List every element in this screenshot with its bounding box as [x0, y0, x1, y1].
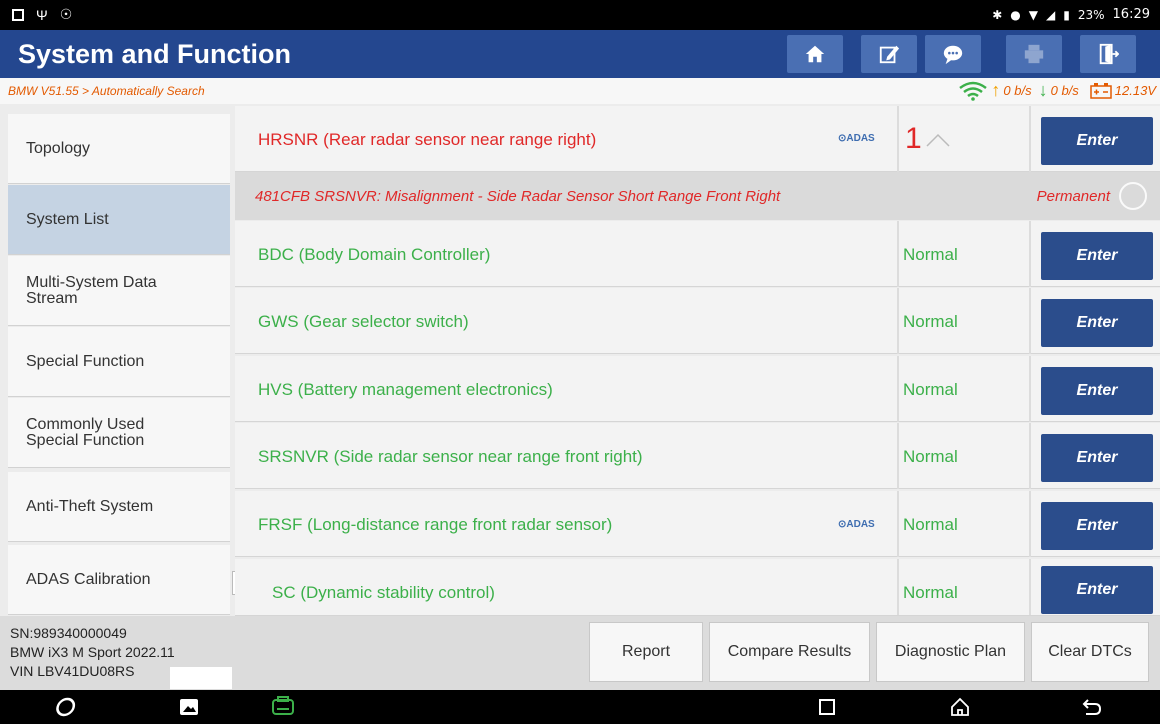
- system-row-srsnvr[interactable]: SRSNVR (Side radar sensor near range fro…: [235, 423, 1160, 489]
- enter-button[interactable]: Enter: [1041, 434, 1153, 482]
- enter-button[interactable]: Enter: [1041, 502, 1153, 550]
- system-name: BDC (Body Domain Controller): [258, 245, 491, 264]
- adas-badge: ⊙ADAS: [838, 133, 875, 144]
- vci-icon: [272, 696, 294, 715]
- sidebar-item-anti-theft-system[interactable]: Anti-Theft System: [8, 472, 230, 542]
- system-status: Normal: [903, 380, 958, 399]
- bluetooth-icon: ✱: [992, 7, 1003, 22]
- system-row-gws[interactable]: GWS (Gear selector switch) Normal Enter: [235, 288, 1160, 354]
- notification-icon: [12, 8, 24, 21]
- clock: 16:29: [1112, 7, 1150, 22]
- system-name: HVS (Battery management electronics): [258, 380, 553, 399]
- edit-button[interactable]: [861, 35, 917, 73]
- system-status: Normal: [903, 583, 958, 602]
- system-status: Normal: [903, 245, 958, 264]
- enter-button[interactable]: Enter: [1041, 232, 1153, 280]
- cell-signal-icon: ◢: [1046, 7, 1056, 22]
- diagnostic-plan-button[interactable]: Diagnostic Plan: [876, 622, 1025, 682]
- page-title: System and Function: [18, 39, 292, 69]
- home-outline-icon: [951, 697, 969, 716]
- recents-icon: [819, 699, 835, 715]
- enter-button[interactable]: Enter: [1041, 367, 1153, 415]
- print-button[interactable]: [1006, 35, 1062, 73]
- app-header: System and Function: [0, 30, 1160, 78]
- system-row-hrsnr[interactable]: HRSNR (Rear radar sensor near range righ…: [235, 106, 1160, 172]
- bottom-bar: SN:989340000049 BMW iX3 M Sport 2022.11 …: [0, 616, 1160, 690]
- clear-dtcs-button[interactable]: Clear DTCs: [1031, 622, 1149, 682]
- system-name: SRSNVR (Side radar sensor near range fro…: [258, 447, 643, 466]
- system-name: HRSNR (Rear radar sensor near range righ…: [258, 130, 597, 149]
- vin-redaction: [170, 667, 232, 689]
- battery-icon: ▮: [1063, 7, 1070, 22]
- browser-button[interactable]: [53, 694, 79, 720]
- adas-badge: ⊙ADAS: [838, 519, 875, 530]
- system-status: Normal: [903, 447, 958, 466]
- print-icon: [1024, 44, 1044, 64]
- upload-rate: 0 b/s: [1003, 83, 1032, 98]
- edit-icon: [879, 45, 900, 64]
- system-name: GWS (Gear selector switch): [258, 312, 469, 331]
- back-button[interactable]: [1079, 694, 1105, 720]
- upload-arrow-icon: ↑: [991, 80, 1001, 100]
- system-status: Normal: [903, 312, 958, 331]
- sidebar-item-adas-calibration[interactable]: ADAS Calibration: [8, 545, 230, 615]
- sidebar-item-topology[interactable]: Topology: [8, 114, 230, 184]
- serial-number: SN:989340000049: [10, 625, 127, 641]
- exit-button[interactable]: [1080, 35, 1136, 73]
- browser-icon: [56, 697, 76, 717]
- dtc-row: 481CFB SRSNVR: Misalignment - Side Radar…: [235, 172, 1160, 220]
- gallery-icon: [180, 699, 198, 715]
- enter-button[interactable]: Enter: [1041, 299, 1153, 347]
- network-stats: ↑ 0 b/s ↓ 0 b/s 12.13V: [958, 80, 1156, 101]
- chevron-up-icon[interactable]: [925, 132, 951, 148]
- gallery-button[interactable]: [176, 694, 202, 720]
- message-button[interactable]: [925, 35, 981, 73]
- report-button[interactable]: Report: [589, 622, 703, 682]
- download-arrow-icon: ↓: [1038, 80, 1048, 100]
- system-status: Normal: [903, 515, 958, 534]
- breadcrumb-bar: BMW V51.55 > Automatically Search ↑ 0 b/…: [0, 78, 1160, 104]
- settings-circle-icon: ☉: [59, 6, 73, 22]
- compare-results-button[interactable]: Compare Results: [709, 622, 870, 682]
- sidebar-item-special-function[interactable]: Special Function: [8, 327, 230, 397]
- car-battery-icon: [1090, 82, 1112, 99]
- battery-percent: 23%: [1077, 7, 1105, 22]
- dtc-description: 481CFB SRSNVR: Misalignment - Side Radar…: [255, 188, 781, 205]
- recents-button[interactable]: [814, 694, 840, 720]
- system-row-dsc[interactable]: SC (Dynamic stability control) Normal En…: [235, 559, 1160, 616]
- usb-icon: Ψ: [36, 6, 48, 23]
- dnd-icon: ●: [1010, 7, 1021, 22]
- message-icon: [943, 45, 963, 65]
- navigation-bar: [0, 690, 1160, 724]
- vehicle-info: SN:989340000049 BMW iX3 M Sport 2022.11 …: [10, 624, 175, 681]
- sidebar: Topology System List Multi-System Data S…: [0, 104, 232, 616]
- sidebar-item-commonly-used-special-function[interactable]: Commonly Used Special Function: [8, 398, 230, 468]
- back-icon: [1082, 699, 1102, 715]
- wifi-icon: [959, 81, 988, 101]
- home-button[interactable]: [787, 35, 843, 73]
- search-icon[interactable]: [1118, 181, 1148, 211]
- fault-count: 1: [905, 122, 922, 155]
- enter-button[interactable]: Enter: [1041, 117, 1153, 165]
- vehicle-model: BMW iX3 M Sport 2022.11: [10, 644, 175, 660]
- breadcrumb: BMW V51.55 > Automatically Search: [8, 84, 205, 98]
- sidebar-item-system-list[interactable]: System List: [8, 185, 230, 255]
- system-row-bdc[interactable]: BDC (Body Domain Controller) Normal Ente…: [235, 221, 1160, 287]
- enter-button[interactable]: Enter: [1041, 566, 1153, 614]
- sidebar-item-multi-system-data-stream[interactable]: Multi-System Data Stream: [8, 256, 230, 326]
- exit-icon: [1099, 43, 1119, 65]
- wifi-signal-icon: ▼: [1028, 7, 1039, 22]
- system-row-frsf[interactable]: FRSF (Long-distance range front radar se…: [235, 491, 1160, 557]
- system-row-hvs[interactable]: HVS (Battery management electronics) Nor…: [235, 356, 1160, 422]
- home-nav-button[interactable]: [947, 694, 973, 720]
- system-name: FRSF (Long-distance range front radar se…: [258, 515, 613, 534]
- status-bar: Ψ ☉ ✱ ● ▼ ◢ ▮ 23% 16:29: [0, 0, 1160, 30]
- vci-button[interactable]: [270, 694, 296, 720]
- system-name: SC (Dynamic stability control): [272, 583, 495, 602]
- battery-voltage: 12.13V: [1114, 83, 1156, 98]
- vin-number: VIN LBV41DU08RS: [10, 663, 135, 679]
- download-rate: 0 b/s: [1050, 83, 1079, 98]
- home-icon: [805, 45, 825, 63]
- dtc-state: Permanent: [1036, 188, 1110, 205]
